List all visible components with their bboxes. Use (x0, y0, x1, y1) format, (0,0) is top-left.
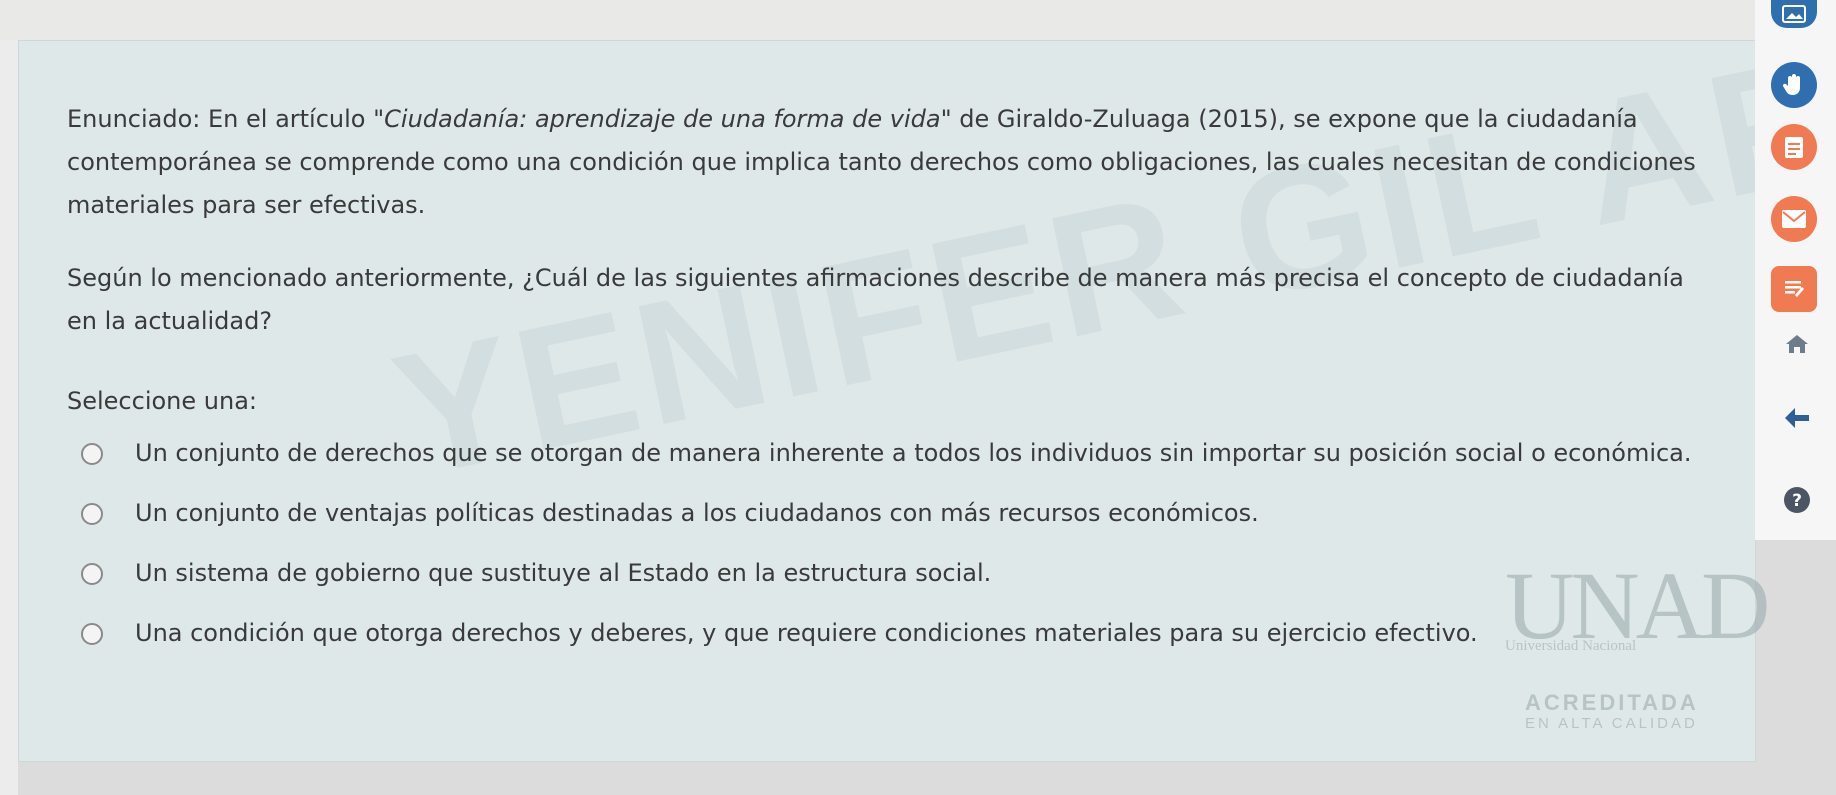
radio-button[interactable] (81, 443, 103, 465)
question-statement: Enunciado: En el artículo "Ciudadanía: a… (67, 98, 1707, 227)
home-icon[interactable] (1777, 324, 1817, 364)
option-label: Un sistema de gobierno que sustituye al … (135, 559, 992, 587)
answer-option-c[interactable]: Un sistema de gobierno que sustituye al … (67, 553, 1695, 593)
calendar-icon[interactable] (1771, 124, 1817, 170)
mail-icon[interactable] (1771, 196, 1817, 242)
logo-line3: EN ALTA CALIDAD (1525, 715, 1698, 732)
unad-logo: UNAD Universidad Nacional ACREDITADA EN … (1505, 550, 1770, 740)
notes-icon[interactable] (1771, 266, 1817, 312)
answer-option-b[interactable]: Un conjunto de ventajas políticas destin… (67, 493, 1695, 533)
article-title: Ciudadanía: aprendizaje de una forma de … (384, 105, 941, 133)
question-text: Según lo mencionado anteriormente, ¿Cuál… (67, 264, 1684, 335)
option-label: Una condición que otorga derechos y debe… (135, 619, 1478, 647)
option-label: Un conjunto de ventajas políticas destin… (135, 499, 1259, 527)
hand-icon[interactable] (1771, 62, 1817, 108)
svg-text:?: ? (1792, 491, 1802, 511)
answer-option-a[interactable]: Un conjunto de derechos que se otorgan d… (67, 433, 1695, 473)
radio-button[interactable] (81, 563, 103, 585)
select-prompt: Seleccione una: (67, 387, 257, 415)
left-edge (0, 40, 18, 795)
image-icon[interactable] (1771, 0, 1817, 28)
back-arrow-icon[interactable] (1777, 398, 1817, 438)
answer-option-d[interactable]: Una condición que otorga derechos y debe… (67, 613, 1695, 653)
question-content: Enunciado: En el artículo "Ciudadanía: a… (67, 98, 1707, 673)
help-icon[interactable]: ? (1777, 480, 1817, 520)
statement-prefix: Enunciado: En el artículo " (67, 105, 385, 133)
option-label: Un conjunto de derechos que se otorgan d… (135, 439, 1692, 467)
answer-options: Un conjunto de derechos que se otorgan d… (67, 433, 1707, 653)
logo-line2: ACREDITADA (1525, 690, 1699, 715)
top-band (0, 0, 1836, 40)
quick-access-sidebar: ? (1755, 0, 1836, 540)
logo-line1: Universidad Nacional (1505, 638, 1637, 654)
radio-button[interactable] (81, 503, 103, 525)
radio-button[interactable] (81, 623, 103, 645)
